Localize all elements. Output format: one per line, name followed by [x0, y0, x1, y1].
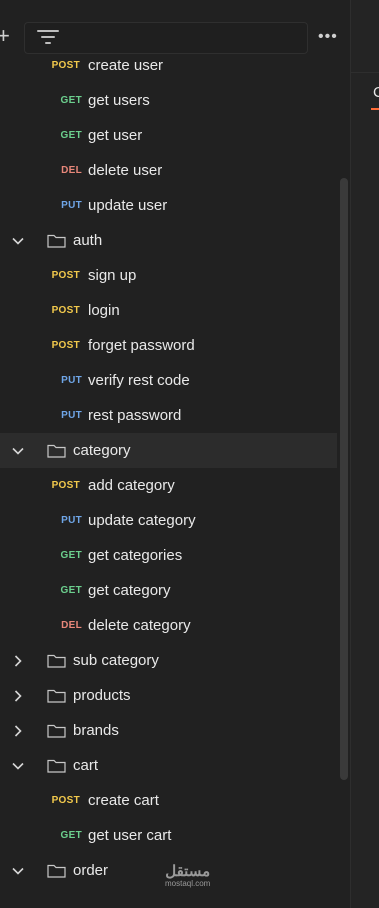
request-row[interactable]: GET get categories — [0, 538, 337, 573]
request-row[interactable]: GET get user cart — [0, 818, 337, 853]
request-row[interactable]: PUT update user — [0, 188, 337, 223]
folder-icon — [47, 688, 66, 703]
method-badge: DEL — [61, 620, 82, 631]
tab-overview[interactable]: C — [373, 84, 379, 101]
watermark-latin: mostaql.com — [165, 879, 211, 888]
request-row[interactable]: DEL delete user — [0, 153, 337, 188]
folder-label: auth — [73, 232, 103, 249]
method-badge: PUT — [61, 200, 82, 211]
method-badge: POST — [51, 480, 80, 491]
request-label: verify rest code — [88, 372, 190, 389]
folder-row[interactable]: products — [0, 678, 337, 713]
right-panel: C — [351, 0, 379, 908]
request-label: update category — [88, 512, 196, 529]
folder-icon — [47, 653, 66, 668]
method-badge: GET — [60, 585, 82, 596]
more-options-icon[interactable]: ••• — [318, 28, 338, 46]
watermark-arabic: مستقل — [165, 863, 211, 880]
folder-row[interactable]: auth — [0, 223, 337, 258]
request-label: get categories — [88, 547, 183, 564]
chevron-down-icon[interactable] — [11, 234, 25, 248]
method-badge: GET — [60, 130, 82, 141]
request-row[interactable]: GET get category — [0, 573, 337, 608]
active-tab-indicator — [371, 108, 379, 110]
folder-row[interactable]: brands — [0, 713, 337, 748]
request-row[interactable]: POST forget password — [0, 328, 337, 363]
folder-icon — [47, 233, 66, 248]
chevron-right-icon[interactable] — [11, 689, 25, 703]
method-badge: POST — [51, 305, 80, 316]
request-label: get users — [88, 92, 150, 109]
method-badge: PUT — [61, 515, 82, 526]
collection-tree: POST create user GET get users GET get user DE… — [0, 46, 337, 908]
request-row[interactable]: PUT verify rest code — [0, 363, 337, 398]
chevron-right-icon[interactable] — [11, 724, 25, 738]
folder-label: cart — [73, 757, 99, 774]
request-label: sign up — [88, 267, 137, 284]
request-row[interactable]: POST add category — [0, 468, 337, 503]
request-label: create cart — [88, 792, 159, 809]
request-label: get user — [88, 127, 143, 144]
chevron-down-icon[interactable] — [11, 444, 25, 458]
request-label: rest password — [88, 407, 182, 424]
request-row[interactable]: PUT update category — [0, 503, 337, 538]
method-badge: GET — [60, 830, 82, 841]
method-badge: PUT — [61, 375, 82, 386]
folder-icon — [47, 723, 66, 738]
method-badge: POST — [51, 270, 80, 281]
folder-icon — [47, 443, 66, 458]
chevron-down-icon[interactable] — [11, 864, 25, 878]
request-row[interactable]: DEL delete category — [0, 608, 337, 643]
request-row[interactable]: POST sign up — [0, 258, 337, 293]
folder-row[interactable]: sub category — [0, 643, 337, 678]
right-panel-divider — [351, 72, 379, 73]
request-label: forget password — [88, 337, 195, 354]
folder-label: sub category — [73, 652, 159, 669]
scrollbar[interactable] — [340, 178, 348, 780]
method-badge: POST — [51, 340, 80, 351]
folder-icon — [47, 863, 66, 878]
method-badge: GET — [60, 550, 82, 561]
folder-row[interactable]: cart — [0, 748, 337, 783]
request-row[interactable]: GET get users — [0, 83, 337, 118]
request-label: delete user — [88, 162, 163, 179]
folder-label: products — [73, 687, 131, 704]
method-badge: PUT — [61, 410, 82, 421]
request-label: get category — [88, 582, 171, 599]
request-label: delete category — [88, 617, 191, 634]
chevron-down-icon[interactable] — [11, 759, 25, 773]
request-row[interactable]: POST create user — [0, 48, 337, 83]
request-row[interactable]: POST login — [0, 293, 337, 328]
request-label: update user — [88, 197, 168, 214]
folder-row[interactable]: category — [0, 433, 337, 468]
method-badge: GET — [60, 95, 82, 106]
filter-icon — [37, 30, 59, 46]
method-badge: DEL — [61, 165, 82, 176]
request-label: create user — [88, 57, 164, 74]
method-badge: POST — [51, 60, 80, 71]
request-row[interactable]: PUT rest password — [0, 398, 337, 433]
folder-label: brands — [73, 722, 119, 739]
request-label: login — [88, 302, 120, 319]
folder-label: order — [73, 862, 109, 879]
chevron-right-icon[interactable] — [11, 654, 25, 668]
request-row[interactable]: GET get user — [0, 118, 337, 153]
watermark: مستقل mostaql.com — [165, 863, 211, 890]
add-icon[interactable]: + — [0, 24, 10, 48]
method-badge: POST — [51, 795, 80, 806]
request-row[interactable]: POST create cart — [0, 783, 337, 818]
folder-icon — [47, 758, 66, 773]
request-label: get user cart — [88, 827, 172, 844]
request-label: add category — [88, 477, 175, 494]
folder-label: category — [73, 442, 131, 459]
